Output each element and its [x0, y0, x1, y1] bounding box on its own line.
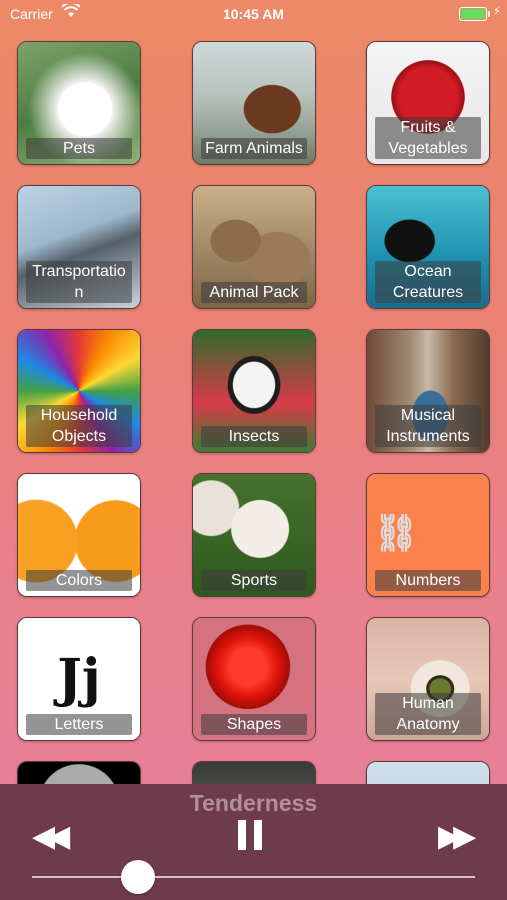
- category-label: Household Objects: [26, 405, 132, 447]
- category-tile-fruits-vegetables[interactable]: Fruits & Vegetables: [366, 41, 490, 165]
- category-tile-sports[interactable]: Sports: [192, 473, 316, 597]
- slider-knob[interactable]: [121, 860, 156, 894]
- category-tile-farm-animals[interactable]: Farm Animals: [192, 41, 316, 165]
- battery-icon: [459, 7, 490, 21]
- letters-jj-glyph: Jj: [57, 648, 101, 709]
- category-tile-numbers[interactable]: ⛓ Numbers: [366, 473, 490, 597]
- category-label: Musical Instruments: [375, 405, 481, 447]
- status-bar: Carrier 10:45 AM ⚡: [0, 0, 507, 28]
- category-label: Farm Animals: [201, 138, 307, 159]
- category-tile-shapes[interactable]: Shapes: [192, 617, 316, 741]
- category-tile-colors[interactable]: Colors: [17, 473, 141, 597]
- category-label: Pets: [26, 138, 132, 159]
- category-tile-pets[interactable]: Pets: [17, 41, 141, 165]
- charging-bolt-icon: ⚡: [492, 4, 501, 18]
- audio-player: Tenderness ◀◀ ▶▶: [0, 784, 507, 900]
- category-label: Letters: [26, 714, 132, 735]
- fast-forward-icon[interactable]: ▶▶: [438, 822, 476, 852]
- category-label: Transportatio n: [26, 261, 132, 303]
- clock: 10:45 AM: [223, 6, 284, 22]
- category-tile-letters[interactable]: Jj Letters: [17, 617, 141, 741]
- category-tile-insects[interactable]: Insects: [192, 329, 316, 453]
- category-label: Ocean Creatures: [375, 261, 481, 303]
- category-label: Colors: [26, 570, 132, 591]
- chain-one-icon: ⛓: [373, 512, 419, 553]
- battery-fill: [461, 9, 485, 19]
- category-label: Sports: [201, 570, 307, 591]
- category-tile-musical-instruments[interactable]: Musical Instruments: [366, 329, 490, 453]
- category-label: Insects: [201, 426, 307, 447]
- category-tile-animal-pack[interactable]: Animal Pack: [192, 185, 316, 309]
- category-label: Animal Pack: [201, 282, 307, 303]
- category-label: Numbers: [375, 570, 481, 591]
- category-label: Shapes: [201, 714, 307, 735]
- category-tile-ocean-creatures[interactable]: Ocean Creatures: [366, 185, 490, 309]
- progress-slider[interactable]: [32, 860, 475, 894]
- rewind-icon[interactable]: ◀◀: [32, 822, 70, 852]
- category-tile-household-objects[interactable]: Household Objects: [17, 329, 141, 453]
- category-label: Fruits & Vegetables: [375, 117, 481, 159]
- category-label: Human Anatomy: [375, 693, 481, 735]
- pause-icon[interactable]: [238, 820, 270, 856]
- category-tile-human-anatomy[interactable]: Human Anatomy: [366, 617, 490, 741]
- track-title: Tenderness: [189, 790, 318, 816]
- category-grid: Pets Farm Animals Fruits & Vegetables Tr…: [0, 0, 507, 790]
- category-tile-transportation[interactable]: Transportatio n: [17, 185, 141, 309]
